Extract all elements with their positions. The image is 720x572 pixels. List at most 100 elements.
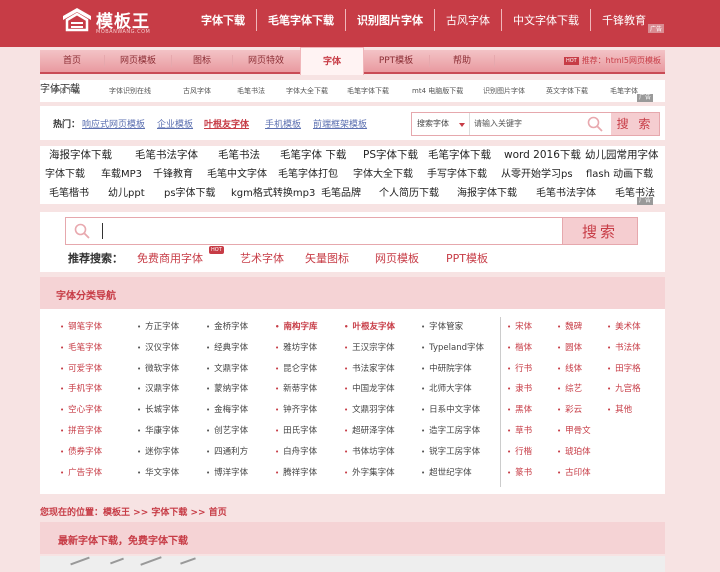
category-link[interactable]: 广告字体 xyxy=(60,463,102,484)
category-link[interactable]: 篆书 xyxy=(507,463,532,484)
hot-link[interactable]: 手机模板 xyxy=(265,117,301,130)
keyword-link[interactable]: 毛笔字体打包 xyxy=(278,165,338,184)
category-link[interactable]: 日系中文字体 xyxy=(421,400,484,421)
category-link[interactable]: 汉鼎字体 xyxy=(137,379,179,400)
subnav-item[interactable]: 毛笔字体 xyxy=(610,80,638,102)
category-link[interactable]: 可爱字体 xyxy=(60,359,102,380)
hot-link[interactable]: 响应式网页模板 xyxy=(82,117,145,130)
category-link[interactable]: 金梅字体 xyxy=(206,400,248,421)
category-link[interactable]: 手机字体 xyxy=(60,379,102,400)
category-link[interactable]: 书法家字体 xyxy=(344,359,395,380)
html5-promo-link[interactable]: HOT 推荐：html5网页模板 xyxy=(563,50,661,72)
category-link[interactable]: 甲骨文 xyxy=(557,421,591,442)
tab-icons[interactable]: 图标 xyxy=(172,50,232,72)
category-link[interactable]: 微软字体 xyxy=(137,359,179,380)
top-nav-identify-font[interactable]: 识别图片字体 xyxy=(346,12,434,28)
category-link[interactable]: 线体 xyxy=(557,359,591,380)
category-link[interactable]: 古印体 xyxy=(557,463,591,484)
category-link[interactable]: 宋体 xyxy=(507,317,532,338)
hot-link[interactable]: 叶根友字体 xyxy=(204,117,249,130)
category-link[interactable]: 九宫格 xyxy=(607,379,641,400)
category-link[interactable]: 经典字体 xyxy=(206,338,248,359)
tab-fonts[interactable]: 字体 xyxy=(300,47,364,75)
category-link[interactable]: 造字工房字体 xyxy=(421,421,484,442)
hot-link[interactable]: 前端框架模板 xyxy=(313,117,367,130)
keyword-link[interactable]: 海报字体下载 xyxy=(457,184,517,203)
search-button[interactable]: 搜 索 xyxy=(611,113,659,135)
keyword-link[interactable]: 幼儿ppt xyxy=(108,184,145,203)
category-link[interactable]: 其他 xyxy=(607,400,641,421)
category-link[interactable]: 超研泽字体 xyxy=(344,421,395,442)
subnav-item[interactable]: 字体识别在线 xyxy=(109,80,151,102)
category-link[interactable]: 华文字体 xyxy=(137,463,179,484)
keyword-link[interactable]: 个人简历下载 xyxy=(379,184,439,203)
big-search-input[interactable] xyxy=(65,217,564,245)
category-link[interactable]: 行书 xyxy=(507,359,532,380)
category-link[interactable]: 华康字体 xyxy=(137,421,179,442)
category-link[interactable]: 长城字体 xyxy=(137,400,179,421)
keyword-link[interactable]: 字体下载 xyxy=(45,165,85,184)
category-link[interactable]: 书体坊字体 xyxy=(344,442,395,463)
keyword-link[interactable]: 毛笔楷书 xyxy=(49,184,89,203)
category-link[interactable]: 字体管家 xyxy=(421,317,484,338)
category-link[interactable]: 蒙纳字体 xyxy=(206,379,248,400)
category-link[interactable]: 创艺字体 xyxy=(206,421,248,442)
category-link[interactable]: 魏碑 xyxy=(557,317,591,338)
keyword-link[interactable]: 车载MP3 xyxy=(101,165,142,184)
tab-web-templates[interactable]: 网页模板 xyxy=(105,50,171,72)
tab-help[interactable]: 帮助 xyxy=(430,50,494,72)
category-link[interactable]: 圆体 xyxy=(557,338,591,359)
category-link[interactable]: 方正字体 xyxy=(137,317,179,338)
tab-web-effects[interactable]: 网页特效 xyxy=(233,50,299,72)
category-link[interactable]: 超世纪字体 xyxy=(421,463,484,484)
category-link[interactable]: 草书 xyxy=(507,421,532,442)
category-link[interactable]: 叶根友字体 xyxy=(344,317,395,338)
category-link[interactable]: 汉仪字体 xyxy=(137,338,179,359)
subnav-item[interactable]: 英文字体下载 xyxy=(546,80,588,102)
top-nav-ancient-font[interactable]: 古风字体 xyxy=(435,12,501,28)
keyword-link[interactable]: 千锋教育 xyxy=(153,165,193,184)
category-link[interactable]: 王汉宗字体 xyxy=(344,338,395,359)
category-link[interactable]: 田氏字体 xyxy=(275,421,318,442)
search-input[interactable]: 请输入关键字 xyxy=(474,113,522,135)
subnav-item[interactable]: 古风字体 xyxy=(183,80,211,102)
keyword-link[interactable]: 毛笔书法字体 xyxy=(536,184,596,203)
keyword-link[interactable]: 字体大全下载 xyxy=(353,165,413,184)
category-link[interactable]: 腾祥字体 xyxy=(275,463,318,484)
big-search-button[interactable]: 搜索 xyxy=(562,217,638,245)
category-link[interactable]: 综艺 xyxy=(557,379,591,400)
keyword-link[interactable]: 从零开始学习ps xyxy=(501,165,573,184)
category-link[interactable]: 空心字体 xyxy=(60,400,102,421)
category-link[interactable]: 拼音字体 xyxy=(60,421,102,442)
keyword-link[interactable]: ps字体下载 xyxy=(164,184,216,203)
category-link[interactable]: 行楷 xyxy=(507,442,532,463)
subnav-item[interactable]: 毛笔字体下载 xyxy=(347,80,389,102)
keyword-link[interactable]: 毛笔书法 xyxy=(218,146,260,165)
category-link[interactable]: 中国龙字体 xyxy=(344,379,395,400)
keyword-link[interactable]: 手写字体下载 xyxy=(427,165,487,184)
recommend-link[interactable]: PPT模板 xyxy=(446,250,488,266)
tab-home[interactable]: 首页 xyxy=(40,50,104,72)
recommend-link[interactable]: 网页模板 xyxy=(375,250,419,266)
keyword-link[interactable]: kgm格式转换mp3 xyxy=(231,184,315,203)
category-link[interactable]: 楷体 xyxy=(507,338,532,359)
tab-ppt-templates[interactable]: PPT模板 xyxy=(363,50,429,72)
category-link[interactable]: 黑体 xyxy=(507,400,532,421)
keyword-link[interactable]: 毛笔中文字体 xyxy=(207,165,267,184)
category-link[interactable]: 金桥字体 xyxy=(206,317,248,338)
category-link[interactable]: 彩云 xyxy=(557,400,591,421)
category-link[interactable]: 文鼎羽字体 xyxy=(344,400,395,421)
hot-link[interactable]: 企业模板 xyxy=(157,117,193,130)
top-nav-chinese-font[interactable]: 中文字体下载 xyxy=(502,12,590,28)
keyword-link[interactable]: 毛笔字体 下载 xyxy=(280,146,346,165)
keyword-link[interactable]: 毛笔字体下载 xyxy=(428,146,491,165)
category-link[interactable]: 隶书 xyxy=(507,379,532,400)
recommend-link[interactable]: 矢量图标 xyxy=(305,250,349,266)
subnav-item[interactable]: 毛笔书法 xyxy=(237,80,265,102)
category-link[interactable]: 琥珀体 xyxy=(557,442,591,463)
category-link[interactable]: 南构字库 xyxy=(275,317,317,338)
recommend-link[interactable]: 艺术字体 xyxy=(240,250,284,266)
keyword-link[interactable]: 海报字体下载 xyxy=(49,146,112,165)
subnav-item[interactable]: 字体下载 xyxy=(52,80,80,102)
category-link[interactable]: 迷你字体 xyxy=(137,442,179,463)
